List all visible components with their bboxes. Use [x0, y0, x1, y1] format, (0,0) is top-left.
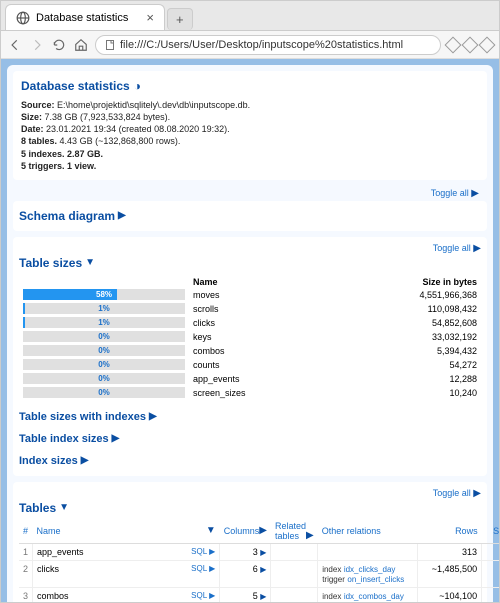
page-title: Database statistics ◑ — [21, 79, 479, 93]
sql-link[interactable]: SQL ▶ — [191, 591, 215, 600]
sql-link[interactable]: SQL ▶ — [191, 564, 215, 573]
table-row: 3combosSQL ▶5 ▶index idx_combos_daytrigg… — [19, 587, 499, 602]
back-button[interactable] — [7, 37, 23, 53]
home-button[interactable] — [73, 37, 89, 53]
toolbar-right — [447, 39, 493, 51]
table-size-row: 1%clicks54,852,608 — [19, 316, 481, 330]
table-size-row: 0%combos5,394,432 — [19, 344, 481, 358]
forward-button[interactable] — [29, 37, 45, 53]
favicon-icon — [16, 11, 30, 25]
schema-panel: Schema diagram ▶ — [13, 201, 487, 231]
table-sizes-toggle[interactable]: Table sizes ▼ — [19, 254, 481, 272]
table-size-row: 58%moves4,551,966,368 — [19, 288, 481, 302]
tab-bar: Database statistics × + — [1, 1, 499, 31]
tables-panel: Toggle all ▶ Tables ▼ # Name▼ Columns▶ R… — [13, 482, 487, 602]
toggle-all-link[interactable]: Toggle all ▶ — [13, 186, 487, 201]
menu-icon[interactable] — [479, 36, 496, 53]
extension-icon[interactable] — [462, 36, 479, 53]
tables-toggle[interactable]: Tables ▼ — [19, 499, 481, 517]
url-input[interactable]: file:///C:/Users/User/Desktop/inputscope… — [95, 35, 441, 55]
table-size-row: 1%scrolls110,098,432 — [19, 302, 481, 316]
settings-icon[interactable]: ◑ — [134, 79, 141, 93]
sql-link[interactable]: SQL ▶ — [191, 547, 215, 556]
index-sizes-toggle[interactable]: Index sizes ▶ — [19, 452, 481, 470]
toggle-all-link[interactable]: Toggle all ▶ — [433, 488, 481, 499]
address-bar: file:///C:/Users/User/Desktop/inputscope… — [1, 31, 499, 59]
new-tab-button[interactable]: + — [167, 8, 193, 30]
tab-title: Database statistics — [36, 12, 128, 24]
security-icon[interactable] — [445, 36, 462, 53]
table-row: 2clicksSQL ▶6 ▶index idx_clicks_daytrigg… — [19, 560, 499, 587]
header-panel: Database statistics ◑ Source: E:\home\pr… — [13, 71, 487, 180]
table-row: 1app_eventsSQL ▶3 ▶31312,288 — [19, 543, 499, 560]
table-index-sizes-toggle[interactable]: Table index sizes ▶ — [19, 430, 481, 448]
file-icon — [104, 39, 116, 51]
reload-button[interactable] — [51, 37, 67, 53]
schema-diagram-toggle[interactable]: Schema diagram ▶ — [19, 207, 481, 225]
table-size-row: 0%app_events12,288 — [19, 372, 481, 386]
table-sizes-with-indexes-toggle[interactable]: Table sizes with indexes ▶ — [19, 408, 481, 426]
close-icon[interactable]: × — [146, 10, 154, 25]
toggle-all-link[interactable]: Toggle all ▶ — [433, 243, 481, 254]
table-size-row: 0%keys33,032,192 — [19, 330, 481, 344]
table-sizes-panel: Toggle all ▶ Table sizes ▼ NameSize in b… — [13, 237, 487, 476]
url-text: file:///C:/Users/User/Desktop/inputscope… — [120, 39, 403, 51]
table-size-row: 0%counts54,272 — [19, 358, 481, 372]
table-size-row: 0%screen_sizes10,240 — [19, 386, 481, 400]
browser-tab[interactable]: Database statistics × — [5, 4, 165, 30]
